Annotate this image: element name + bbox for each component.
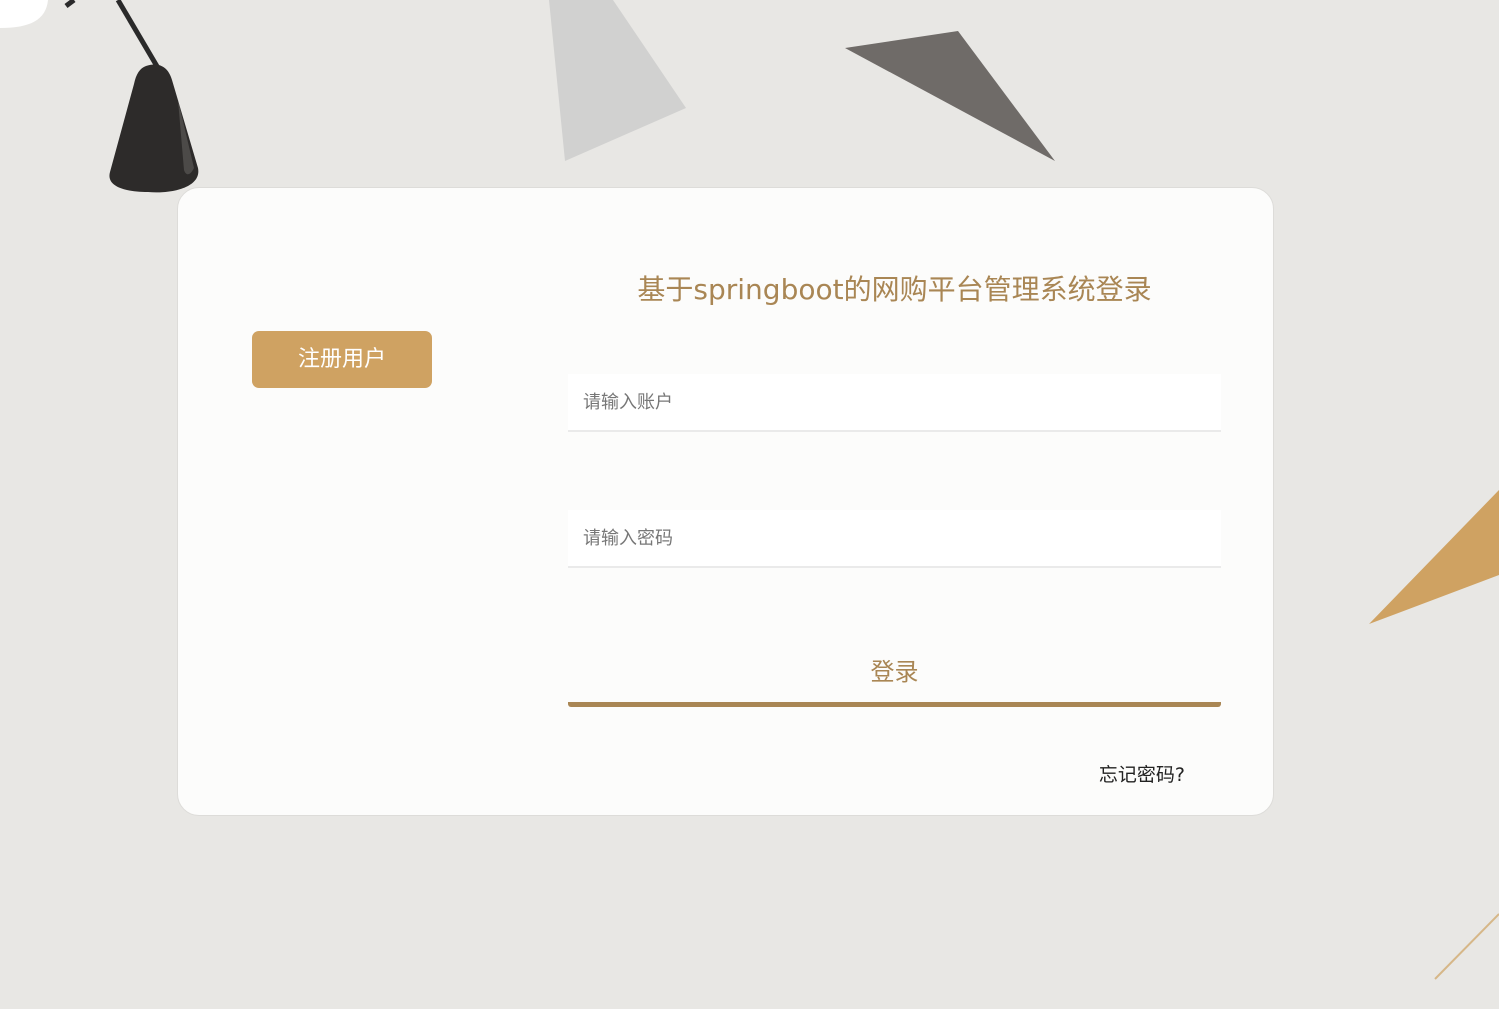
password-field-container [568,510,1221,568]
login-page: 注册用户 基于springboot的网购平台管理系统登录 登录 忘记密码? [0,0,1499,1009]
page-title: 基于springboot的网购平台管理系统登录 [637,273,1152,306]
dark-triangle-decoration [845,31,1055,161]
lamp-rod-decoration [115,0,161,70]
account-field-container [568,374,1221,432]
gold-line-decoration [1434,913,1499,980]
login-button[interactable]: 登录 [568,644,1221,707]
gold-triangle-decoration [1369,490,1499,624]
lamp-cone-decoration [109,64,199,193]
lamp-shade-top-decoration [0,0,48,28]
password-input[interactable] [568,510,1221,566]
account-input[interactable] [568,374,1221,430]
register-button[interactable]: 注册用户 [252,331,432,388]
grey-triangle-decoration [549,0,686,161]
login-card: 注册用户 基于springboot的网购平台管理系统登录 登录 忘记密码? [177,187,1274,816]
lamp-joint-decoration [64,0,76,8]
forgot-password-link[interactable]: 忘记密码? [1099,760,1185,787]
